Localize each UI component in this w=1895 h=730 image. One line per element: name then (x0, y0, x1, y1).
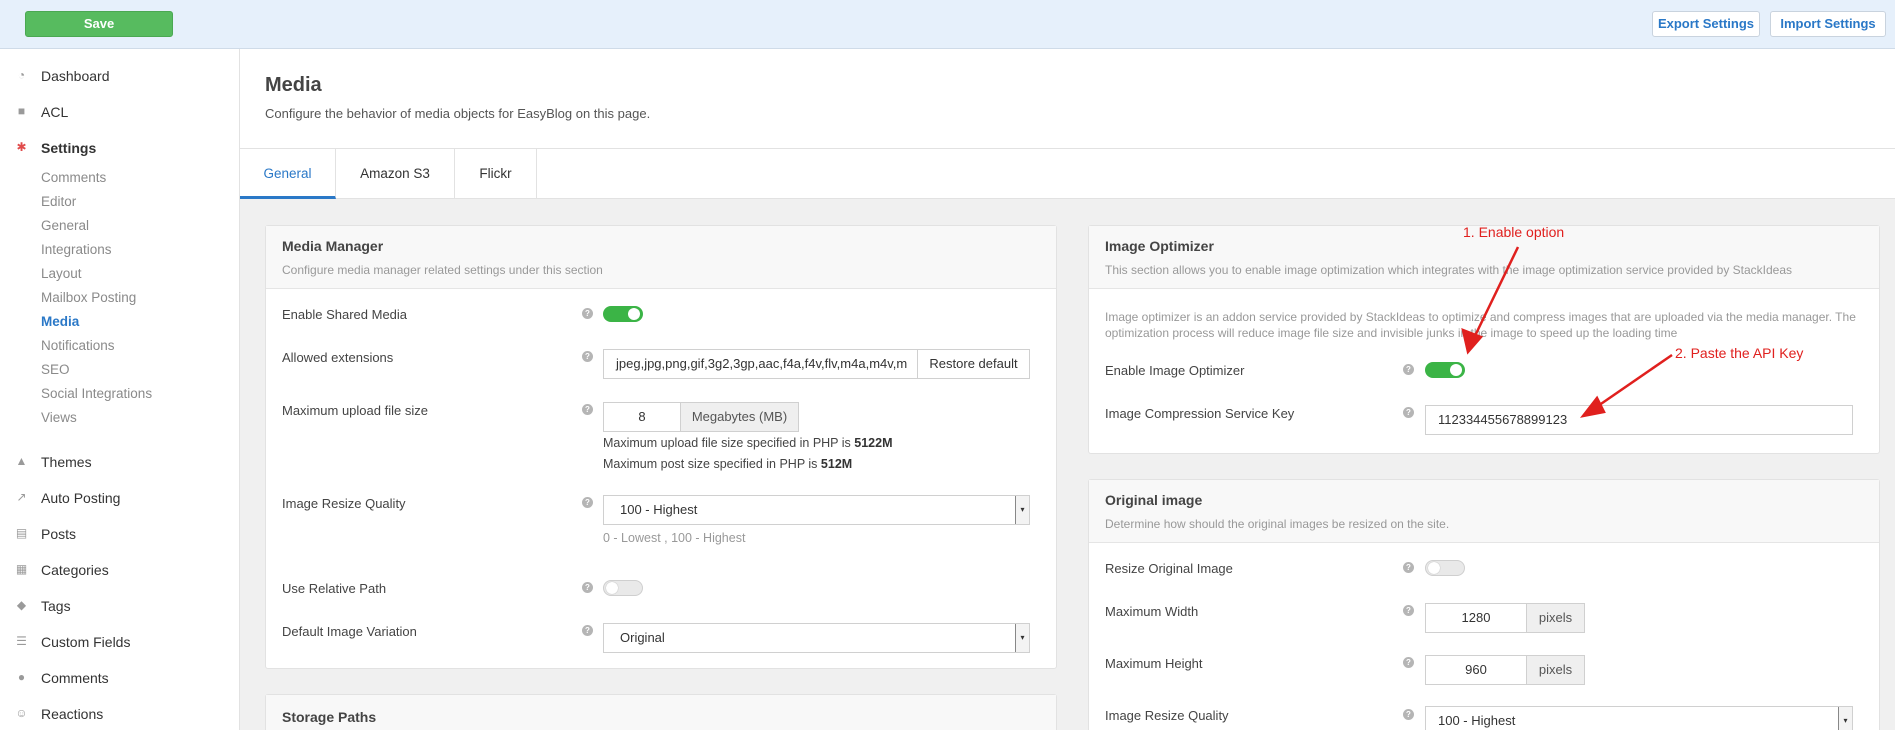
annotation-arrows (1461, 246, 1673, 418)
annotation-arrow-1 (1471, 246, 1520, 341)
annotation-arrowhead-2 (1579, 395, 1606, 418)
annotation-arrowhead-1 (1461, 327, 1484, 355)
annotation-arrow-2 (1594, 353, 1673, 410)
